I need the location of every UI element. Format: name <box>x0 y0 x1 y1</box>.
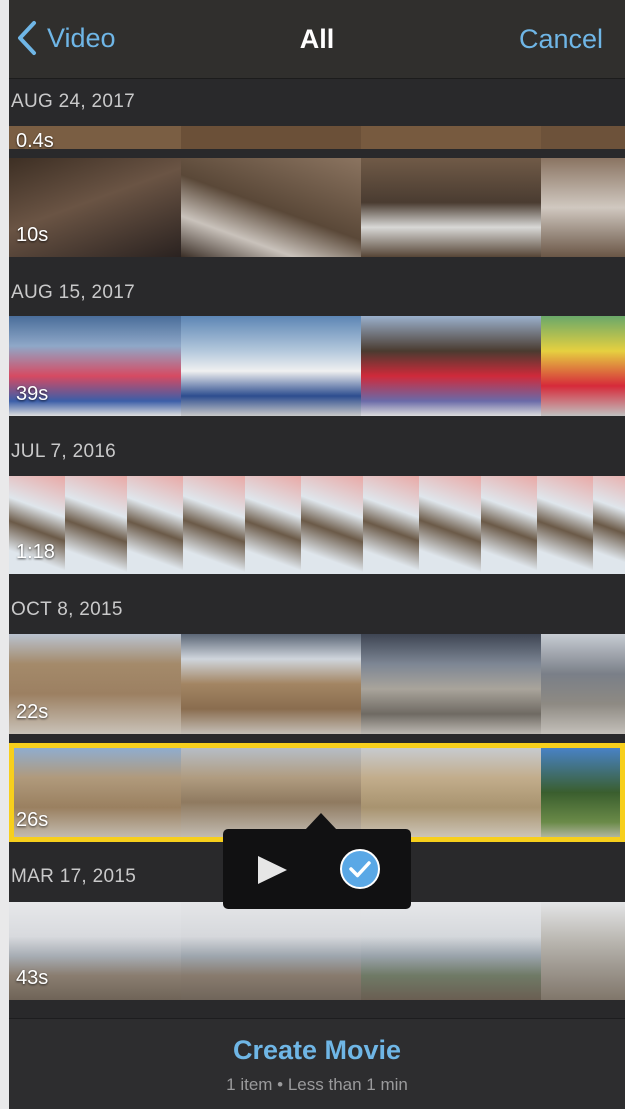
section-date: JUL 7, 2016 <box>11 441 117 462</box>
clip-duration: 26s <box>16 809 49 831</box>
clip-frame <box>361 902 541 1000</box>
popover-arrow <box>305 813 337 830</box>
clip-frame <box>419 476 481 574</box>
clip-frame <box>301 476 363 574</box>
clip-frame <box>181 316 361 416</box>
video-browser: Video All Cancel AUG 24, 2017 0.4s 10s A… <box>9 0 625 1109</box>
clip-frame <box>181 902 361 1000</box>
clip-frame <box>361 158 541 257</box>
clip-frame <box>481 476 537 574</box>
clip-frame <box>65 476 127 574</box>
clip-duration: 1:18 <box>16 541 55 563</box>
clip-frame <box>363 476 419 574</box>
bottom-bar: Create Movie 1 item • Less than 1 min <box>9 1018 625 1109</box>
selection-summary: 1 item • Less than 1 min <box>226 1075 408 1094</box>
clip-frame <box>181 158 361 257</box>
section-date: MAR 17, 2015 <box>11 866 137 887</box>
clip-frame <box>361 316 541 416</box>
clip-duration: 10s <box>16 224 49 246</box>
clip-strip[interactable]: 43s <box>9 902 625 1000</box>
clip-frame <box>183 476 245 574</box>
clip-duration: 43s <box>16 967 49 989</box>
clip-strip[interactable]: 0.4s <box>9 126 625 149</box>
play-icon[interactable] <box>255 854 289 886</box>
clip-frame <box>181 126 361 149</box>
section-date: OCT 8, 2015 <box>11 599 123 620</box>
clip-frame <box>181 634 361 734</box>
left-edge <box>0 0 9 1109</box>
clip-frame <box>541 316 625 416</box>
clip-action-popover <box>223 829 411 909</box>
navigation-bar: Video All Cancel <box>9 0 625 79</box>
clip-frame <box>541 126 625 149</box>
clip-frame <box>593 476 625 574</box>
section-date: AUG 24, 2017 <box>11 91 136 112</box>
clip-frame <box>541 743 625 842</box>
clip-duration: 22s <box>16 701 49 723</box>
clip-frame <box>541 902 625 1000</box>
clip-frame <box>361 743 541 842</box>
clip-duration: 39s <box>16 383 49 405</box>
checkmark-circle-icon[interactable] <box>339 848 381 890</box>
clip-strip[interactable]: 10s <box>9 158 625 257</box>
clip-duration: 0.4s <box>16 130 54 149</box>
clip-strip[interactable]: 22s <box>9 634 625 734</box>
clip-strip[interactable]: 1:18 <box>9 476 625 574</box>
clip-frame <box>361 126 541 149</box>
clip-strip[interactable]: 39s <box>9 316 625 416</box>
clip-frame <box>537 476 593 574</box>
clip-frame <box>541 634 625 734</box>
clip-frame <box>361 634 541 734</box>
clip-frame <box>245 476 301 574</box>
cancel-button[interactable]: Cancel <box>519 24 603 55</box>
clip-frame <box>127 476 183 574</box>
create-movie-button[interactable]: Create Movie <box>9 1035 625 1066</box>
clip-frame <box>541 158 625 257</box>
section-date: AUG 15, 2017 <box>11 282 136 303</box>
